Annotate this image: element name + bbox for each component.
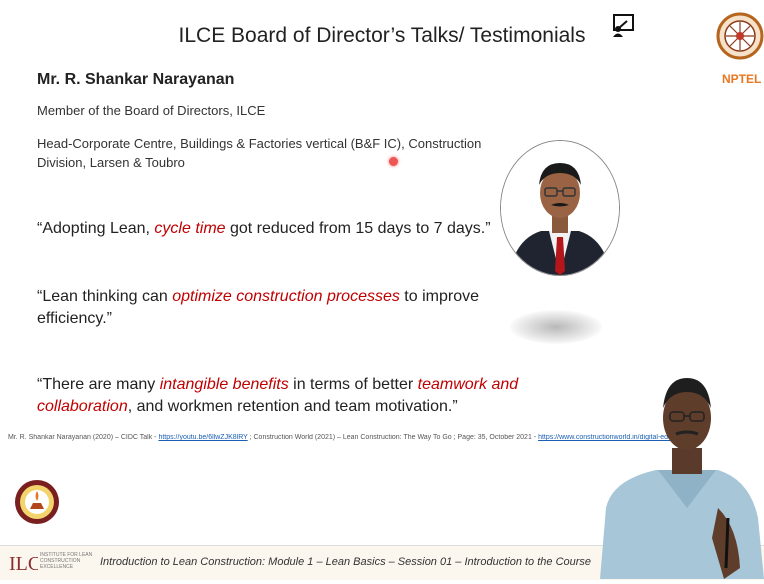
quote3-text-after: , and workmen retention and team motivat… bbox=[127, 398, 458, 415]
reference-text-1: Mr. R. Shankar Narayanan (2020) – CIDC T… bbox=[8, 434, 159, 441]
quote-optimize-processes: “Lean thinking can optimize construction… bbox=[37, 286, 517, 330]
quote3-text-before: “There are many bbox=[37, 376, 160, 393]
reference-link-youtube[interactable]: https://youtu.be/6llwZJK8lRY bbox=[158, 434, 247, 441]
ilce-logo: ILCE bbox=[8, 548, 53, 578]
role-head-corporate: Head-Corporate Centre, Buildings & Facto… bbox=[37, 136, 482, 170]
quote2-text-before: “Lean thinking can bbox=[37, 288, 173, 305]
slide-title: ILCE Board of Director’s Talks/ Testimon… bbox=[178, 24, 586, 47]
quote3-emphasis-benefits: intangible benefits bbox=[159, 376, 289, 393]
portrait-photo bbox=[500, 140, 620, 276]
photo-shadow bbox=[510, 310, 602, 344]
speaker-video bbox=[600, 368, 764, 579]
quote-cycle-time: “Adopting Lean, cycle time got reduced f… bbox=[37, 218, 517, 240]
course-footer-text: Introduction to Lean Construction: Modul… bbox=[100, 556, 592, 568]
quote2-emphasis: optimize construction processes bbox=[172, 288, 400, 305]
laser-pointer-dot bbox=[389, 157, 398, 166]
references-line: Mr. R. Shankar Narayanan (2020) – CIDC T… bbox=[8, 434, 688, 441]
quote1-text-after: got reduced from 15 days to 7 days.” bbox=[225, 220, 491, 237]
presentation-icon[interactable] bbox=[610, 12, 636, 38]
quote1-emphasis: cycle time bbox=[154, 220, 226, 237]
quote-intangible-benefits: “There are many intangible benefits in t… bbox=[37, 374, 527, 418]
quote3-text-middle: in terms of better bbox=[288, 376, 418, 393]
reference-text-2: ; Construction World (2021) – Lean Const… bbox=[247, 434, 539, 441]
person-name: Mr. R. Shankar Narayanan bbox=[37, 71, 235, 88]
ilce-institute-text: INSTITUTE FOR LEAN CONSTRUCTION EXCELLEN… bbox=[40, 552, 93, 570]
nptel-logo: NPTEL bbox=[712, 8, 764, 88]
ilce-mark-text: ILCE bbox=[9, 553, 38, 575]
iit-madras-logo bbox=[14, 479, 60, 525]
quote1-text-before: “Adopting Lean, bbox=[37, 220, 155, 237]
nptel-label: NPTEL bbox=[722, 72, 762, 86]
role-board-member: Member of the Board of Directors, ILCE bbox=[37, 103, 266, 118]
